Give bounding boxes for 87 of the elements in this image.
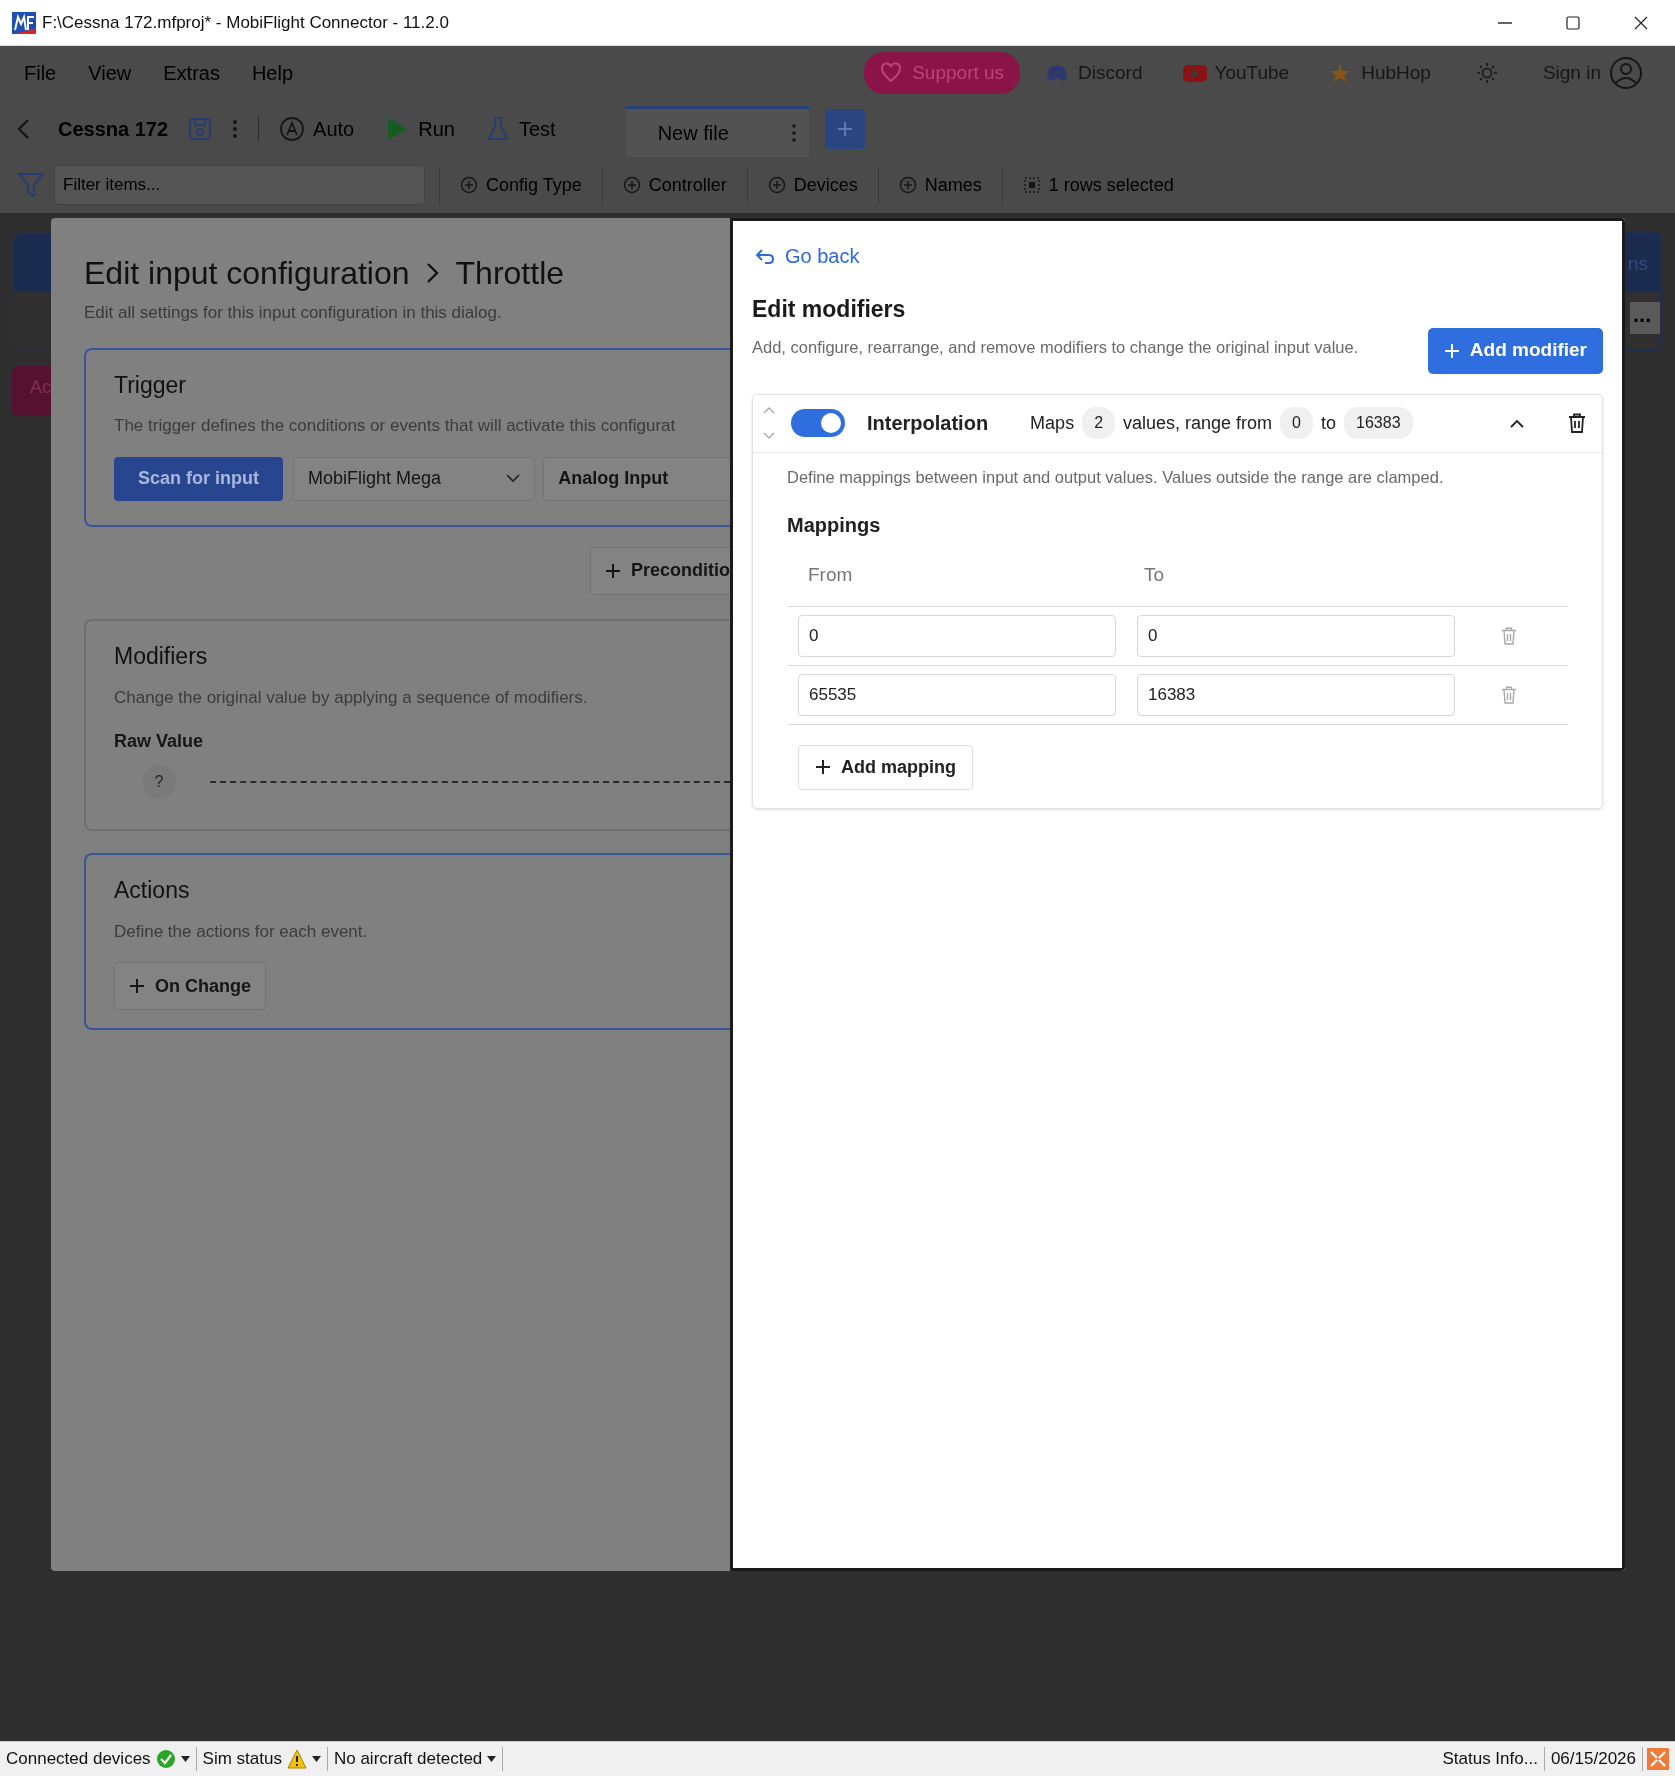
to-field[interactable]: 16383: [1137, 673, 1455, 716]
count-pill: 2: [1082, 407, 1116, 440]
column-header: To: [1143, 563, 1165, 588]
section-description: The trigger defines the conditions or events that will activate this configurat: [114, 415, 677, 438]
more-button[interactable]: ...: [1630, 302, 1660, 334]
go-back-link[interactable]: Go back: [755, 241, 860, 271]
status-text: Status Info...: [1436, 1747, 1545, 1771]
raw-value-label: Raw Value: [114, 730, 205, 754]
auto-icon: [279, 115, 306, 142]
user-icon: [1609, 56, 1643, 90]
app-logo-icon: [12, 11, 36, 34]
plus-icon: [1443, 342, 1460, 359]
count-pill: 16383: [1344, 407, 1413, 440]
status-dropdown[interactable]: Sim status: [196, 1747, 328, 1771]
more-icon[interactable]: [790, 123, 797, 143]
menu-item[interactable]: Help: [235, 58, 310, 88]
plus-circle-icon: [622, 176, 641, 194]
filter-field[interactable]: Filter items...: [54, 165, 425, 205]
precondition-button[interactable]: Preconditio: [590, 547, 730, 595]
caret-icon: [487, 1756, 497, 1762]
plus-circle-icon: [767, 176, 786, 194]
chevron-up-icon[interactable]: [1510, 418, 1524, 428]
chevron-right-icon: [425, 262, 440, 285]
menu-item[interactable]: View: [72, 58, 148, 88]
summary-text: values, range from: [1123, 411, 1273, 435]
section-description: Change the original value by applying a sequence of modifiers.: [114, 686, 589, 709]
selection-count: 1 rows selected: [1048, 173, 1174, 197]
on-change-button[interactable]: On Change: [114, 962, 266, 1011]
plus-icon: [129, 978, 145, 995]
from-field[interactable]: 0: [798, 614, 1116, 657]
plus-icon: [835, 119, 854, 138]
dialog-subtitle: Throttle: [455, 254, 565, 293]
project-name: Cessna 172: [58, 116, 169, 142]
caret-icon: [311, 1756, 321, 1762]
raw-value-badge: ?: [142, 765, 176, 800]
panel-title: Edit modifiers: [752, 296, 907, 324]
filter-icon[interactable]: [16, 170, 46, 200]
play-icon: [1182, 62, 1207, 84]
dialog-description: Edit all settings for this input configuration in this dialog.: [84, 302, 503, 325]
count-pill: 0: [1280, 407, 1313, 440]
chevron-down-icon: [506, 474, 521, 484]
dialog-title: Edit input configuration: [84, 254, 410, 293]
check-icon: [155, 1749, 176, 1769]
return-icon: [755, 247, 775, 265]
section-title: Modifiers: [114, 643, 209, 671]
file-tab[interactable]: New file: [625, 106, 809, 157]
new-tab-button[interactable]: [824, 108, 865, 149]
status-text: 06/15/2026: [1544, 1747, 1643, 1771]
plus-icon: [815, 759, 831, 776]
back-icon[interactable]: [16, 117, 32, 140]
summary-text: to: [1321, 411, 1337, 435]
window-title: F:\Cessna 172.mfproj* - MobiFlight Connector - 11.2.0: [42, 11, 450, 34]
modifier-name: Interpolation: [867, 411, 989, 437]
plus-icon: [605, 563, 621, 579]
maximize-icon: [1566, 15, 1580, 30]
caret-icon: [180, 1756, 190, 1762]
enable-toggle[interactable]: [791, 409, 845, 438]
scan-button[interactable]: Scan for input: [114, 457, 283, 501]
modifier-description: Define mappings between input and output values. Values outside the range are clamped.: [787, 466, 1445, 488]
status-dropdown[interactable]: Connected devices: [0, 1747, 197, 1771]
mappings-title: Mappings: [787, 513, 882, 538]
panel-description: Add, configure, rearrange, and remove modifiers to change the original input value.: [752, 336, 1359, 358]
from-field[interactable]: 65535: [798, 673, 1116, 716]
device-dropdown[interactable]: MobiFlight Mega: [293, 457, 536, 501]
trash-icon[interactable]: [1568, 413, 1586, 434]
minimize-icon: [1498, 21, 1512, 24]
section-description: Define the actions for each event.: [114, 920, 369, 943]
column-header: From: [807, 563, 854, 588]
add-mapping-button[interactable]: Add mapping: [798, 744, 973, 790]
plus-circle-icon: [460, 176, 478, 194]
status-dropdown[interactable]: No aircraft detected: [327, 1747, 504, 1771]
section-title: Actions: [114, 877, 191, 905]
sun-icon[interactable]: [1474, 61, 1499, 85]
save-icon[interactable]: [188, 116, 213, 141]
menu-item[interactable]: Extras: [147, 58, 236, 88]
resize-grip-icon: [1647, 1748, 1669, 1770]
more-icon[interactable]: [232, 117, 239, 140]
warning-icon: [286, 1749, 307, 1769]
to-field[interactable]: 0: [1137, 614, 1455, 657]
plus-circle-icon: [898, 176, 917, 194]
add-modifier-button[interactable]: Add modifier: [1427, 327, 1603, 374]
summary-text: Maps: [1030, 411, 1075, 435]
section-title: Trigger: [114, 371, 187, 400]
input-type-button[interactable]: Analog Input: [543, 457, 730, 501]
menu-item[interactable]: File: [8, 58, 73, 88]
close-icon: [1634, 15, 1648, 30]
selection-icon: [1022, 176, 1041, 194]
